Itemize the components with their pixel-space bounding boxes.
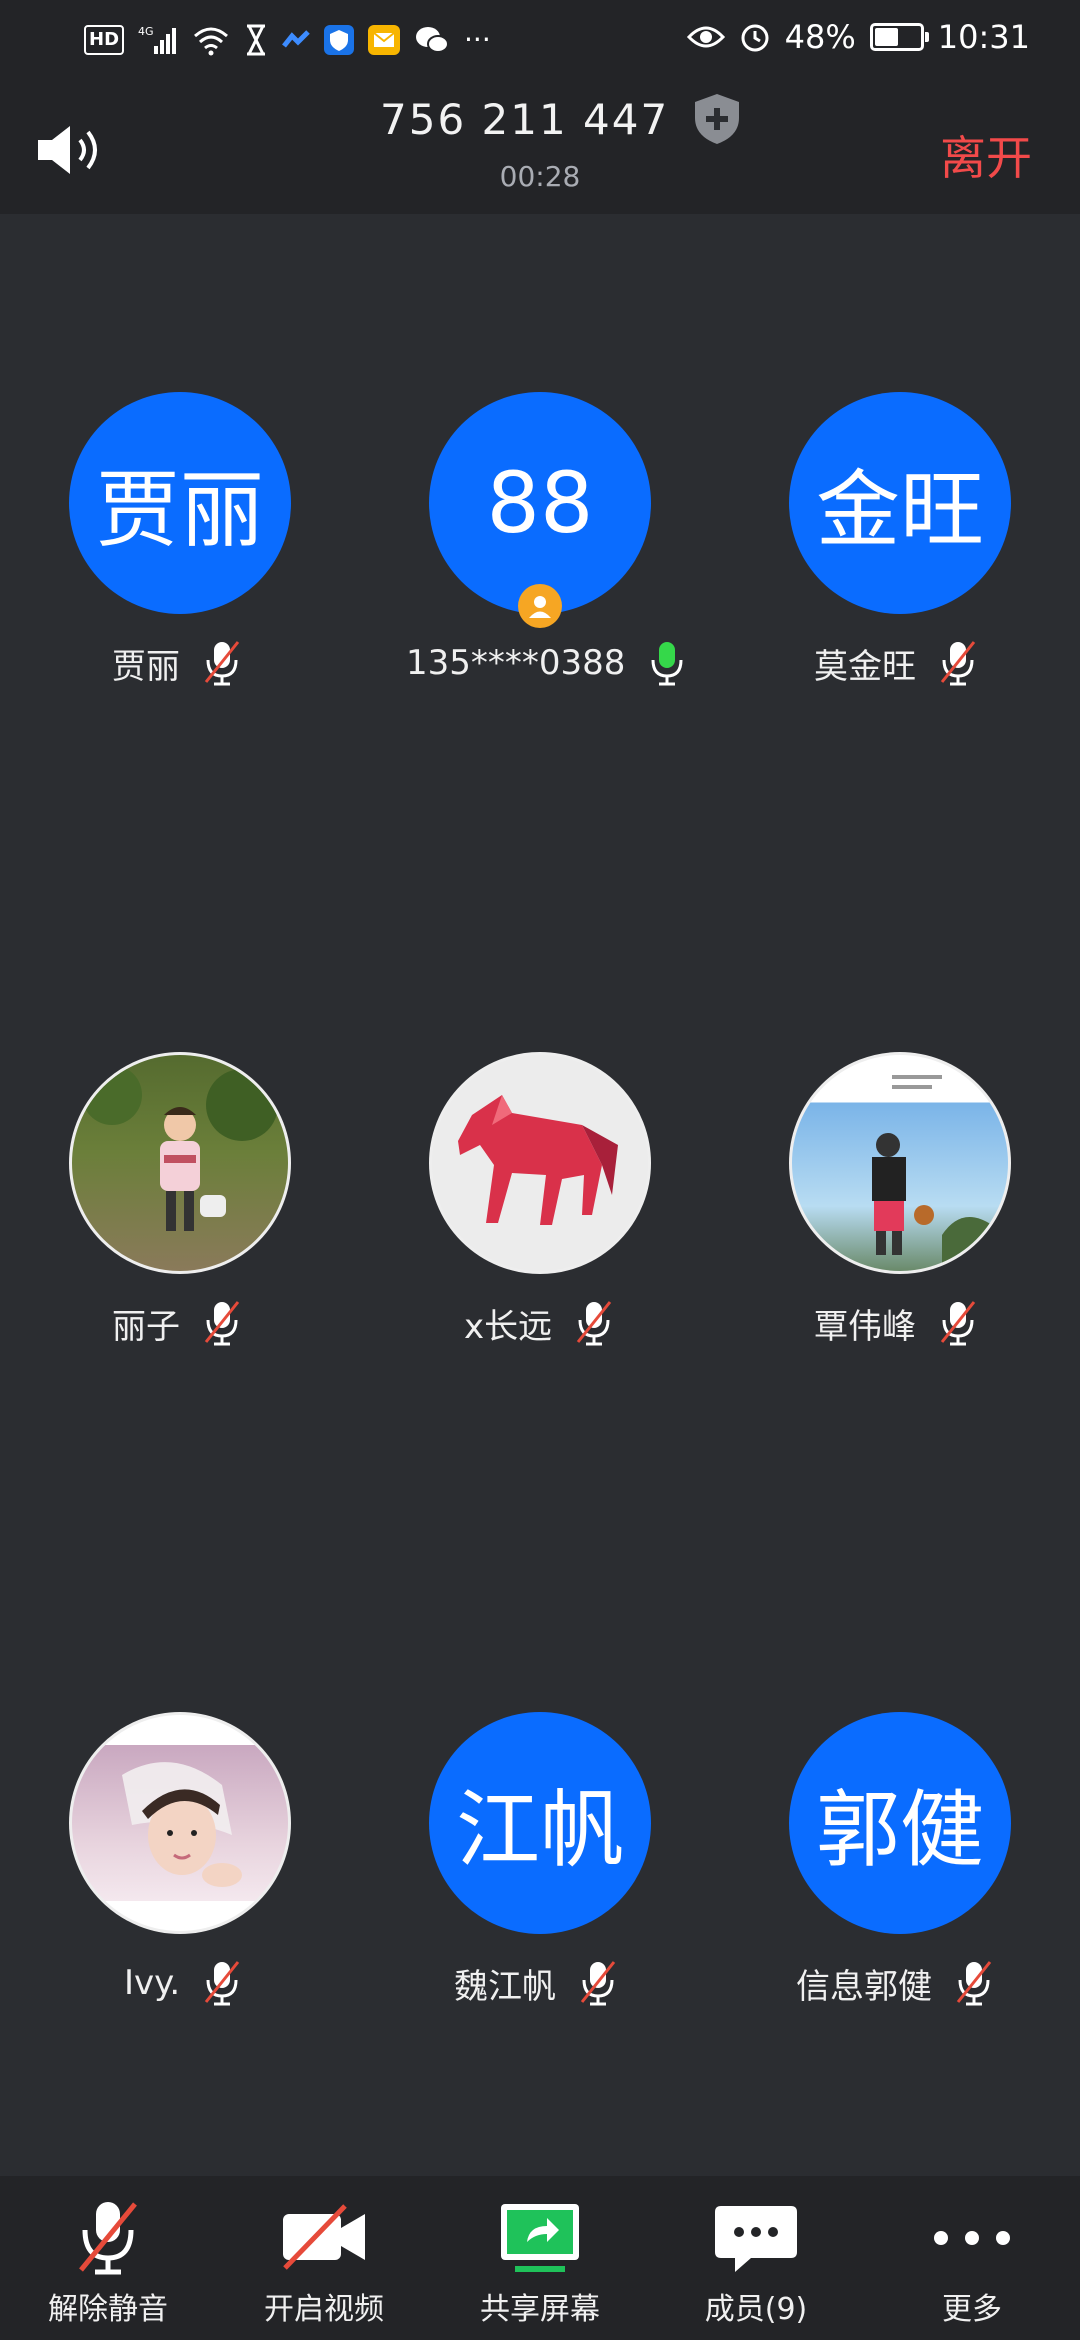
mic-muted-icon	[204, 641, 240, 686]
participant-name: 信息郭健	[796, 1966, 932, 2007]
video-off-icon	[283, 2204, 365, 2270]
avatar-photo-girl	[69, 1052, 291, 1274]
avatar: 江帆	[429, 1712, 651, 1934]
security-shield-icon[interactable]	[691, 92, 743, 146]
mail-app-icon	[368, 25, 401, 55]
hourglass-icon	[247, 24, 266, 56]
hd-icon: HD	[84, 25, 125, 55]
status-bar: HD 4G ··· 48% 10:31	[0, 0, 1080, 82]
avatar: 金旺	[789, 392, 1011, 614]
shield-app-icon	[324, 25, 355, 55]
members-label: 成员(9)	[704, 2292, 808, 2327]
meeting-header: 756 211 447 00:28 离开	[0, 82, 1080, 214]
share-screen-button[interactable]: 共享屏幕	[432, 2176, 648, 2340]
participant-name: 覃伟峰	[814, 1306, 916, 1347]
mic-active-icon	[651, 642, 683, 686]
avatar-photo-child	[69, 1712, 291, 1934]
app-icon	[282, 30, 310, 48]
host-badge	[518, 584, 562, 628]
avatar: 88	[429, 392, 651, 614]
meeting-id: 756 211 447	[380, 94, 670, 144]
wifi-icon	[194, 27, 229, 56]
unmute-label: 解除静音	[48, 2292, 168, 2327]
members-button[interactable]: 成员(9)	[648, 2176, 864, 2340]
start-video-button[interactable]: 开启视频	[216, 2176, 432, 2340]
participant-name: 贾丽	[112, 646, 180, 687]
mic-muted-icon	[576, 1301, 612, 1346]
meeting-toolbar: 解除静音 开启视频 共享屏幕 成员(9) 更多	[0, 2176, 1080, 2340]
participant-name: 莫金旺	[814, 646, 916, 687]
4g-signal-icon: 4G	[138, 25, 177, 54]
basketball-player-image	[872, 1075, 992, 1271]
red-horse-image	[458, 1095, 618, 1225]
participant-name-row: 135****0388	[406, 638, 687, 688]
wechat-icon	[416, 27, 450, 53]
start-video-label: 开启视频	[264, 2292, 384, 2327]
participant-name-row: Ivy.	[124, 1958, 242, 2008]
mic-muted-icon	[205, 1961, 240, 2006]
more-label: 更多	[942, 2292, 1002, 2327]
eye-icon	[686, 26, 725, 48]
mic-muted-icon	[956, 1961, 992, 2006]
participant-name-row: 信息郭健	[796, 1958, 994, 2008]
participant-name: x长远	[464, 1306, 553, 1347]
more-dots-icon	[934, 2231, 1010, 2245]
unmute-button[interactable]: 解除静音	[0, 2176, 216, 2340]
child-portrait-image	[122, 1762, 242, 1887]
participant-name: Ivy.	[124, 1963, 181, 2003]
avatar: 郭健	[789, 1712, 1011, 1934]
avatar-photo-basketball	[789, 1052, 1011, 1274]
mic-muted-icon	[79, 2202, 137, 2275]
participant-name-row: 覃伟峰	[814, 1298, 978, 1348]
mic-muted-icon	[204, 1301, 240, 1346]
girl-photo-image	[82, 1065, 278, 1231]
avatar-photo-horse	[429, 1052, 651, 1274]
leave-button[interactable]: 离开	[940, 122, 1032, 188]
participant-name-row: 魏江帆	[454, 1958, 618, 2008]
svg-text:4G: 4G	[138, 25, 154, 38]
share-screen-icon	[501, 2204, 579, 2272]
alarm-icon	[741, 24, 769, 52]
status-bar-left: HD 4G ···	[84, 20, 491, 60]
participant-name: 魏江帆	[454, 1966, 556, 2007]
participant-name-row: 莫金旺	[814, 638, 978, 688]
status-bar-right: 48% 10:31	[686, 18, 1030, 56]
meeting-timer: 00:28	[499, 160, 581, 193]
avatar: 贾丽	[69, 392, 291, 614]
chat-bubble-icon	[715, 2206, 797, 2272]
share-screen-label: 共享屏幕	[480, 2292, 600, 2327]
mic-muted-icon	[940, 641, 976, 686]
mic-muted-icon	[580, 1961, 616, 2006]
battery-icon	[869, 23, 929, 51]
participant-name-row: 贾丽	[112, 638, 242, 688]
participant-name-row: 丽子	[112, 1298, 242, 1348]
clock: 10:31	[937, 18, 1030, 56]
mic-muted-icon	[940, 1301, 976, 1346]
battery-percent: 48%	[784, 18, 856, 56]
more-button[interactable]: 更多	[864, 2176, 1080, 2340]
participant-name: 丽子	[112, 1306, 180, 1347]
meeting-id-group[interactable]: 756 211 447	[380, 92, 743, 146]
participant-name-row: x长远	[464, 1298, 614, 1348]
participant-name: 135****0388	[406, 643, 626, 683]
more-dots-icon: ···	[464, 23, 491, 56]
user-icon	[529, 596, 551, 618]
